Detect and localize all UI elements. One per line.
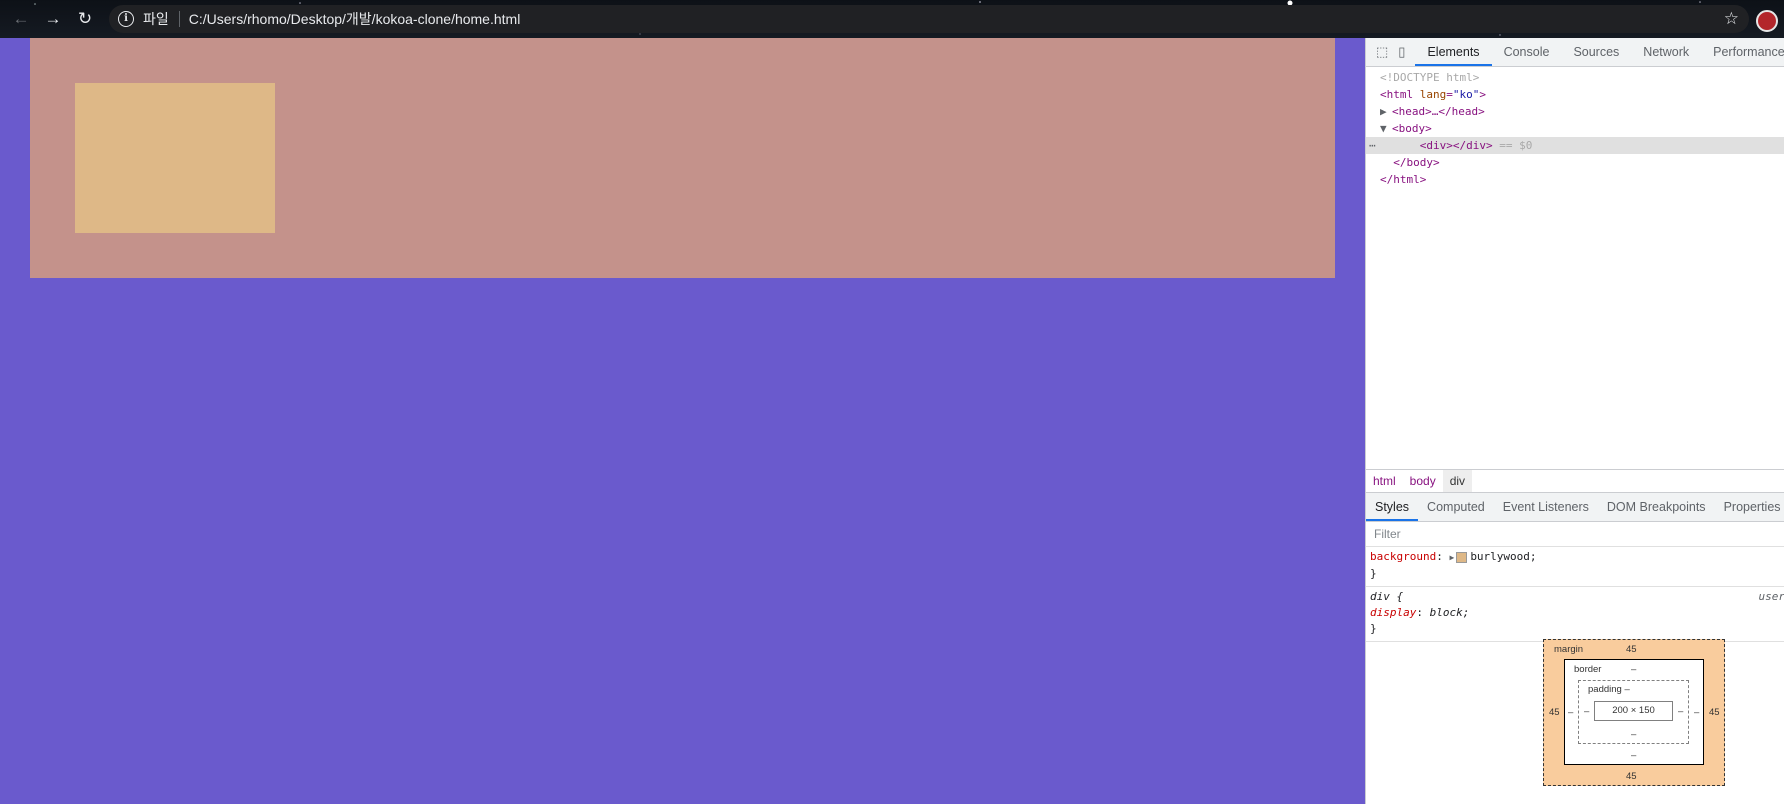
breadcrumb-body[interactable]: body [1403,470,1443,492]
padding-left-value[interactable]: – [1584,706,1589,717]
color-swatch-icon[interactable] [1456,551,1468,563]
css-property-name: display [1370,606,1417,619]
border-bottom-value[interactable]: – [1631,750,1636,761]
css-selector: div { [1370,590,1404,603]
rule-source-label: user [1758,590,1784,603]
body-close-tag: </body> [1393,156,1440,169]
html-open-close: > [1479,88,1486,101]
selected-div-box [75,83,275,233]
styles-subtabbar: Styles Computed Event Listeners DOM Brea… [1366,493,1784,522]
info-icon[interactable]: i [118,11,134,27]
box-model-padding[interactable]: padding – – – – 200 × 150 [1578,680,1689,744]
bookmark-star-icon[interactable]: ☆ [1724,9,1739,29]
dom-body-close[interactable]: </body> [1366,154,1784,171]
more-options-icon[interactable]: ⋯ [1369,137,1376,154]
box-model-border[interactable]: border – – – – padding – – – – 200 × 150 [1564,659,1704,765]
selected-marker: == $0 [1499,139,1533,152]
browser-toolbar: ← → ↻ i 파일 C:/Users/rhomo/Desktop/개발/kok… [0,0,1784,38]
back-arrow-icon[interactable]: ← [11,9,31,29]
profile-avatar-icon[interactable] [1756,10,1778,32]
rule-close-brace: } [1370,567,1377,580]
tab-dom-breakpoints[interactable]: DOM Breakpoints [1598,493,1715,521]
tab-sources[interactable]: Sources [1561,38,1631,66]
breadcrumb-div[interactable]: div [1442,470,1473,492]
dom-div-node-selected[interactable]: ⋯ <div></div> == $0 [1366,137,1784,154]
html-close-tag: </html> [1380,173,1427,186]
tab-elements[interactable]: Elements [1415,38,1492,66]
reload-icon[interactable]: ↻ [75,9,95,29]
inspect-element-icon[interactable]: ⬚ [1376,44,1388,60]
expand-triangle-icon[interactable]: ▶ [1449,553,1454,562]
omnibox-scheme-label: 파일 [143,11,169,27]
tab-computed[interactable]: Computed [1418,493,1494,521]
css-property-value: block; [1429,606,1470,619]
box-model-margin[interactable]: margin 45 45 45 45 border – – – – paddin… [1543,639,1725,786]
tab-network[interactable]: Network [1631,38,1701,66]
css-property-value[interactable]: burlywood; [1470,550,1536,563]
border-left-value[interactable]: – [1568,707,1573,718]
html-lang-attr: lang [1419,88,1447,101]
body-open-tag: <body> [1392,122,1432,135]
dom-html-node[interactable]: <html lang="ko"> [1366,86,1784,103]
dom-head-node[interactable]: ▶ <head>…</head> [1366,103,1784,120]
forward-arrow-icon[interactable]: → [43,9,63,29]
rule-close-brace: } [1370,622,1377,635]
style-rule-user-agent: div { user display: block; } [1366,587,1784,642]
dom-tree: <!DOCTYPE html> <html lang="ko"> ▶ <head>… [1366,67,1784,469]
url-text[interactable]: C:/Users/rhomo/Desktop/개발/kokoa-clone/ho… [189,9,521,29]
styles-filter-input[interactable]: Filter [1366,522,1784,547]
box-model-content[interactable]: 200 × 150 [1594,701,1673,721]
tab-styles[interactable]: Styles [1366,493,1419,521]
margin-left-value[interactable]: 45 [1549,707,1560,718]
margin-top-value[interactable]: 45 [1626,644,1637,655]
dom-doctype[interactable]: <!DOCTYPE html> [1366,69,1784,86]
html-open-tag: <html [1380,88,1414,101]
device-toolbar-icon[interactable]: ▯ [1398,44,1405,60]
html-lang-value: "ko" [1452,88,1480,101]
page-viewport [0,38,1365,804]
outer-div-box [30,38,1335,278]
devtools-panel: ⬚ ▯ Elements Console Sources Network Per… [1365,38,1784,804]
tab-console[interactable]: Console [1492,38,1562,66]
omnibox-separator [178,11,180,27]
dom-body-node[interactable]: ▼ <body> [1366,120,1784,137]
address-bar[interactable]: i 파일 C:/Users/rhomo/Desktop/개발/kokoa-clo… [109,5,1749,33]
collapse-triangle-icon[interactable]: ▼ [1380,120,1392,137]
head-tag: <head>…</head> [1392,105,1485,118]
style-rule-author: background: ▶ burlywood; } [1366,547,1784,587]
breadcrumb: html body div [1366,469,1784,493]
div-tag: <div></div> [1419,139,1493,152]
expand-triangle-icon[interactable]: ▶ [1380,103,1392,120]
margin-label: margin [1554,644,1584,655]
tab-properties[interactable]: Properties [1715,493,1784,521]
border-right-value[interactable]: – [1694,707,1699,718]
border-label: border [1574,664,1602,675]
border-top-value[interactable]: – [1631,664,1636,675]
padding-bottom-value[interactable]: – [1631,729,1636,740]
css-property-name[interactable]: background [1370,550,1436,563]
dom-html-close[interactable]: </html> [1366,171,1784,188]
margin-right-value[interactable]: 45 [1709,707,1720,718]
tab-performance[interactable]: Performance [1701,38,1784,66]
tab-event-listeners[interactable]: Event Listeners [1494,493,1598,521]
margin-bottom-value[interactable]: 45 [1626,771,1637,782]
breadcrumb-html[interactable]: html [1366,470,1403,492]
padding-label: padding – [1588,684,1630,695]
padding-right-value[interactable]: – [1678,706,1683,717]
style-rules: background: ▶ burlywood; } div { user dis… [1366,547,1784,642]
devtools-tabbar: ⬚ ▯ Elements Console Sources Network Per… [1366,38,1784,67]
doctype-text: <!DOCTYPE html> [1380,71,1480,84]
